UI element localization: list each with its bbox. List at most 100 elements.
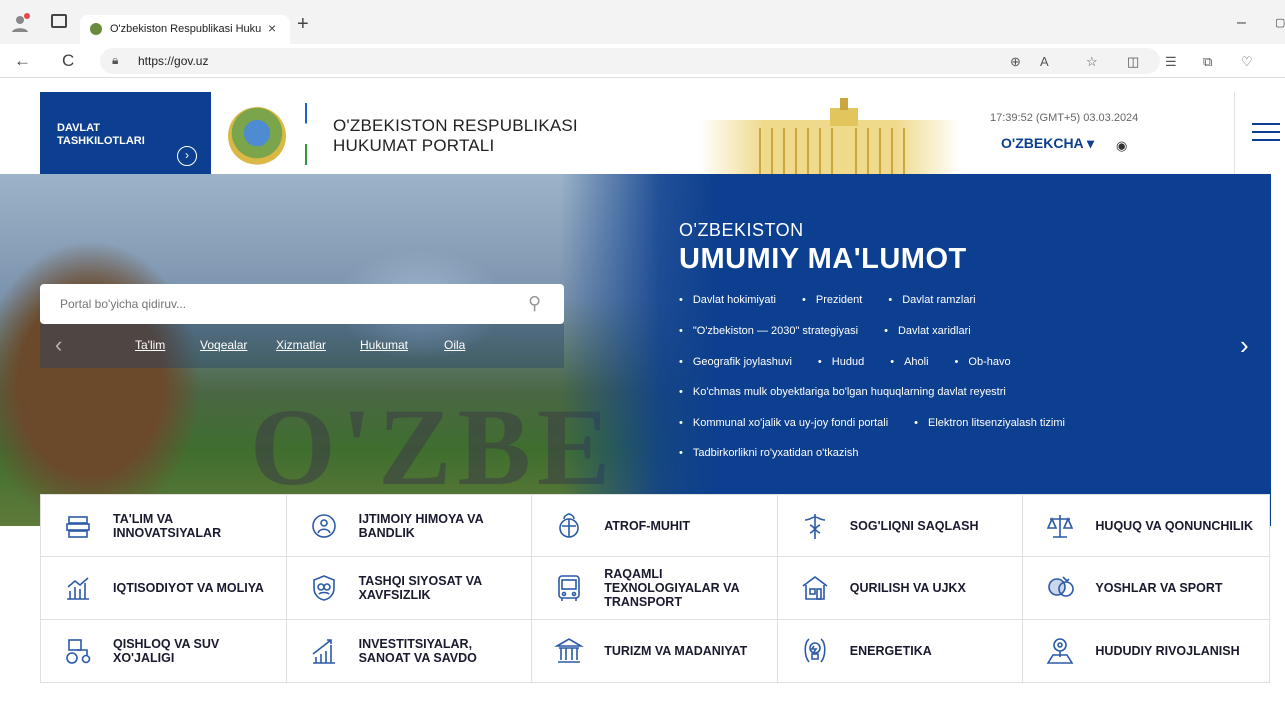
tab-actions-icon[interactable]: [51, 14, 67, 28]
quick-link-hukumat[interactable]: Hukumat: [360, 338, 408, 352]
extensions-icon[interactable]: ♡: [1241, 54, 1253, 70]
category-digital-transport[interactable]: RAQAMLI TEXNOLOGIYALAR VA TRANSPORT: [532, 557, 778, 620]
category-label: HUDUDIY RIVOJLANISH: [1095, 643, 1240, 658]
info-subtitle: O'ZBEKISTON: [679, 220, 804, 240]
info-link[interactable]: Hudud: [818, 356, 864, 368]
site-favicon-icon: [90, 23, 102, 35]
category-social-protection[interactable]: IJTIMOIY HIMOYA VA BANDLIK: [286, 495, 533, 558]
environment-icon: [559, 512, 579, 538]
category-label: QURILISH VA UJKX: [849, 580, 966, 595]
favorite-star-icon[interactable]: ☆: [1086, 54, 1098, 70]
browser-tab[interactable]: O'zbekiston Respublikasi Hukum ×: [80, 15, 290, 44]
slider-prev-icon[interactable]: ‹: [55, 332, 62, 358]
category-tourism[interactable]: TURIZM VA MADANIYAT: [532, 619, 778, 682]
info-link[interactable]: Kommunal xo'jalik va uy-joy fondi portal…: [679, 417, 888, 429]
gov-organizations-button[interactable]: DAVLAT TASHKILOTLARI ›: [40, 92, 211, 174]
info-link[interactable]: Ob-havo: [955, 356, 1010, 368]
category-law[interactable]: HUQUQ VA QONUNCHILIK: [1023, 495, 1269, 558]
museum-icon: [554, 637, 585, 663]
category-label: SOG'LIQNI SAQLASH: [849, 518, 979, 533]
category-youth-sport[interactable]: YOSHLAR VA SPORT: [1023, 557, 1269, 620]
new-tab-button[interactable]: +: [297, 14, 309, 34]
search-input[interactable]: [40, 284, 520, 324]
category-construction[interactable]: QURILISH VA UJKX: [777, 557, 1024, 620]
gov-organizations-label: DAVLAT TASHKILOTLARI: [57, 122, 145, 147]
category-healthcare[interactable]: SOG'LIQNI SAQLASH: [777, 495, 1024, 558]
security-shield-icon: [312, 575, 335, 601]
category-label: INVESTITSIYALAR, SANOAT VA SAVDO: [358, 636, 477, 665]
info-links-row-3: Geografik joylashuvi Hudud Aholi Ob-havo: [679, 356, 1037, 368]
info-link[interactable]: Davlat hokimiyati: [679, 294, 776, 306]
info-link[interactable]: Prezident: [802, 294, 862, 306]
browser-tabbar: O'zbekiston Respublikasi Hukum × + – ▢: [0, 0, 1285, 44]
url-field[interactable]: 🔒︎ https://gov.uz: [100, 48, 1160, 74]
info-link[interactable]: "O'zbekiston — 2030" strategiyasi: [679, 325, 858, 337]
favorites-icon[interactable]: ☰: [1165, 54, 1177, 70]
portal-title-line1: O'ZBEKISTON RESPUBLIKASI: [333, 116, 578, 135]
slider-next-icon[interactable]: ›: [1240, 330, 1249, 361]
info-link[interactable]: Elektron litsenziyalash tizimi: [914, 417, 1065, 429]
general-info-heading: O'ZBEKISTON UMUMIY MA'LUMOT: [679, 220, 967, 276]
info-link[interactable]: Tadbirkorlikni ro'yxatidan o'tkazish: [679, 447, 859, 459]
quick-link-oila[interactable]: Oila: [444, 338, 465, 352]
law-scales-icon: [1047, 514, 1074, 538]
info-link[interactable]: Geografik joylashuvi: [679, 356, 792, 368]
category-foreign-policy[interactable]: TASHQI SIYOSAT VA XAVFSIZLIK: [286, 557, 533, 620]
category-label: TA'LIM VA INNOVATSIYALAR: [113, 511, 222, 540]
category-label: TASHQI SIYOSAT VA XAVFSIZLIK: [358, 573, 482, 602]
quick-link-xizmatlar[interactable]: Xizmatlar: [276, 338, 326, 352]
hero-banner: O'ZBE ⚲ Ta'lim Voqealar Xizmatlar Hukuma…: [0, 174, 1271, 526]
energy-icon: [804, 638, 826, 663]
chevron-right-icon: ›: [177, 146, 197, 166]
portal-title-line2: HUKUMAT PORTALI: [333, 136, 495, 155]
category-grid: TA'LIM VA INNOVATSIYALAR IJTIMOIY HIMOYA…: [40, 494, 1270, 683]
state-emblem-logo[interactable]: [228, 107, 286, 165]
flag-divider: [305, 103, 307, 165]
restore-button[interactable]: ▢: [1275, 16, 1285, 29]
map-pin-icon: [1046, 638, 1074, 664]
reload-button[interactable]: C: [62, 51, 74, 71]
sport-icon: [1048, 576, 1075, 597]
category-environment[interactable]: ATROF-MUHIT: [532, 495, 778, 558]
category-energy[interactable]: ENERGETIKA: [778, 619, 1024, 682]
search-icon[interactable]: ⚲: [528, 293, 541, 314]
collections-icon[interactable]: ⧉: [1203, 54, 1212, 70]
tab-close-icon[interactable]: ×: [268, 20, 276, 36]
zoom-icon[interactable]: ⊕: [1010, 54, 1021, 70]
hamburger-menu-icon[interactable]: [1252, 123, 1280, 147]
category-economy[interactable]: IQTISODIYOT VA MOLIYA: [41, 557, 287, 620]
category-label: RAQAMLI TEXNOLOGIYALAR VA TRANSPORT: [604, 566, 740, 609]
info-links-row-5: Kommunal xo'jalik va uy-joy fondi portal…: [679, 417, 1091, 429]
info-link[interactable]: Ko'chmas mulk obyektlariga bo'lgan huquq…: [679, 386, 1006, 398]
datetime: 17:39:52 (GMT+5) 03.03.2024: [990, 112, 1139, 124]
category-investment[interactable]: INVESTITSIYALAR, SANOAT VA SAVDO: [287, 619, 533, 682]
quick-link-talim[interactable]: Ta'lim: [135, 338, 165, 352]
construction-icon: [802, 575, 828, 600]
info-link[interactable]: Davlat xaridlari: [884, 325, 971, 337]
back-button[interactable]: ←: [14, 51, 31, 71]
quick-link-voqealar[interactable]: Voqealar: [200, 338, 247, 352]
profile-icon[interactable]: [10, 13, 30, 33]
healthcare-icon: [804, 513, 825, 539]
minimize-button[interactable]: –: [1237, 14, 1246, 32]
category-label: TURIZM VA MADANIYAT: [604, 643, 748, 658]
portal-title[interactable]: O'ZBEKISTON RESPUBLIKASI HUKUMAT PORTALI: [333, 116, 578, 156]
info-link[interactable]: Davlat ramzlari: [888, 294, 975, 306]
split-screen-icon[interactable]: ◫: [1127, 54, 1139, 70]
category-regional-development[interactable]: HUDUDIY RIVOJLANISH: [1023, 620, 1269, 682]
tab-title: O'zbekiston Respublikasi Hukum: [110, 23, 262, 35]
read-aloud-icon[interactable]: A: [1040, 54, 1049, 69]
category-label: ATROF-MUHIT: [604, 518, 691, 533]
tractor-icon: [66, 639, 91, 664]
category-label: HUQUQ VA QONUNCHILIK: [1095, 518, 1254, 533]
info-links-row-2: "O'zbekiston — 2030" strategiyasi Davlat …: [679, 325, 997, 337]
accessibility-eye-icon[interactable]: ◉: [1116, 138, 1127, 154]
category-label: IJTIMOIY HIMOYA VA BANDLIK: [358, 511, 484, 540]
info-link[interactable]: Aholi: [890, 356, 928, 368]
language-selector[interactable]: O'ZBEKCHA ▾: [1001, 135, 1094, 152]
category-label: QISHLOQ VA SUV XO'JALIGI: [113, 636, 220, 665]
category-label: ENERGETIKA: [849, 643, 932, 658]
category-education[interactable]: TA'LIM VA INNOVATSIYALAR: [41, 495, 287, 558]
info-title: UMUMIY MA'LUMOT: [679, 243, 967, 275]
category-agriculture[interactable]: QISHLOQ VA SUV XO'JALIGI: [41, 619, 287, 682]
